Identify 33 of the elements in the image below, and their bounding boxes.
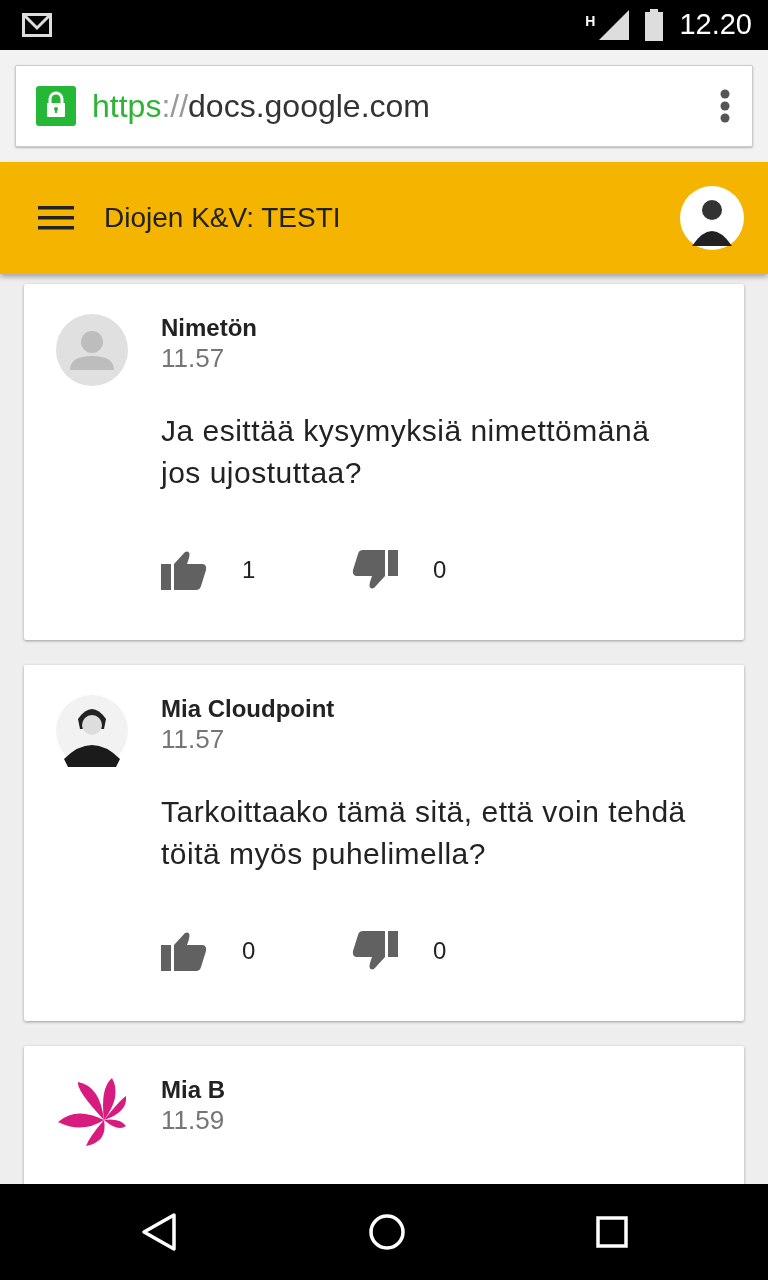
- document-title: Diojen K&V: TESTI: [104, 201, 342, 235]
- dislike-count: 0: [433, 936, 448, 966]
- like-count: 1: [242, 555, 257, 585]
- thumbs-up-icon[interactable]: [161, 550, 207, 590]
- recents-icon[interactable]: [596, 1216, 628, 1248]
- thumbs-up-icon[interactable]: [161, 931, 207, 971]
- author-name: Mia B: [161, 1076, 226, 1105]
- like-count: 0: [242, 936, 257, 966]
- post-time: 11.59: [161, 1104, 226, 1136]
- address-bar[interactable]: https://docs.google.com: [15, 65, 753, 147]
- dislike-count: 0: [433, 555, 448, 585]
- author-name: Mia Cloudpoint: [161, 695, 336, 724]
- question-text: Tarkoittaako tämä sitä, että voin tehdä töitä myös puhelimella?: [161, 794, 687, 872]
- question-text: Ja esittää kysymyksiä nimettömänä jos ujostuttaa?: [161, 413, 651, 491]
- flower-logo-icon: [56, 1076, 128, 1148]
- post-time: 11.57: [161, 723, 226, 755]
- back-icon[interactable]: [140, 1212, 178, 1252]
- thumbs-down-icon[interactable]: [352, 550, 398, 590]
- author-name: Nimetön: [161, 314, 258, 343]
- home-icon[interactable]: [369, 1214, 405, 1250]
- clock: 12.20: [679, 7, 752, 43]
- more-icon[interactable]: [720, 89, 730, 123]
- mail-icon: [22, 13, 52, 37]
- network-type: H: [585, 12, 596, 32]
- signal-icon: [599, 10, 630, 40]
- battery-icon: [645, 9, 664, 41]
- post-time: 11.57: [161, 342, 226, 374]
- thumbs-down-icon[interactable]: [352, 931, 398, 971]
- menu-icon[interactable]: [38, 206, 74, 230]
- user-avatar: [56, 695, 128, 767]
- url-text: https://docs.google.com: [92, 87, 431, 126]
- avatar-placeholder-icon: [56, 314, 128, 386]
- profile-avatar[interactable]: [680, 186, 744, 250]
